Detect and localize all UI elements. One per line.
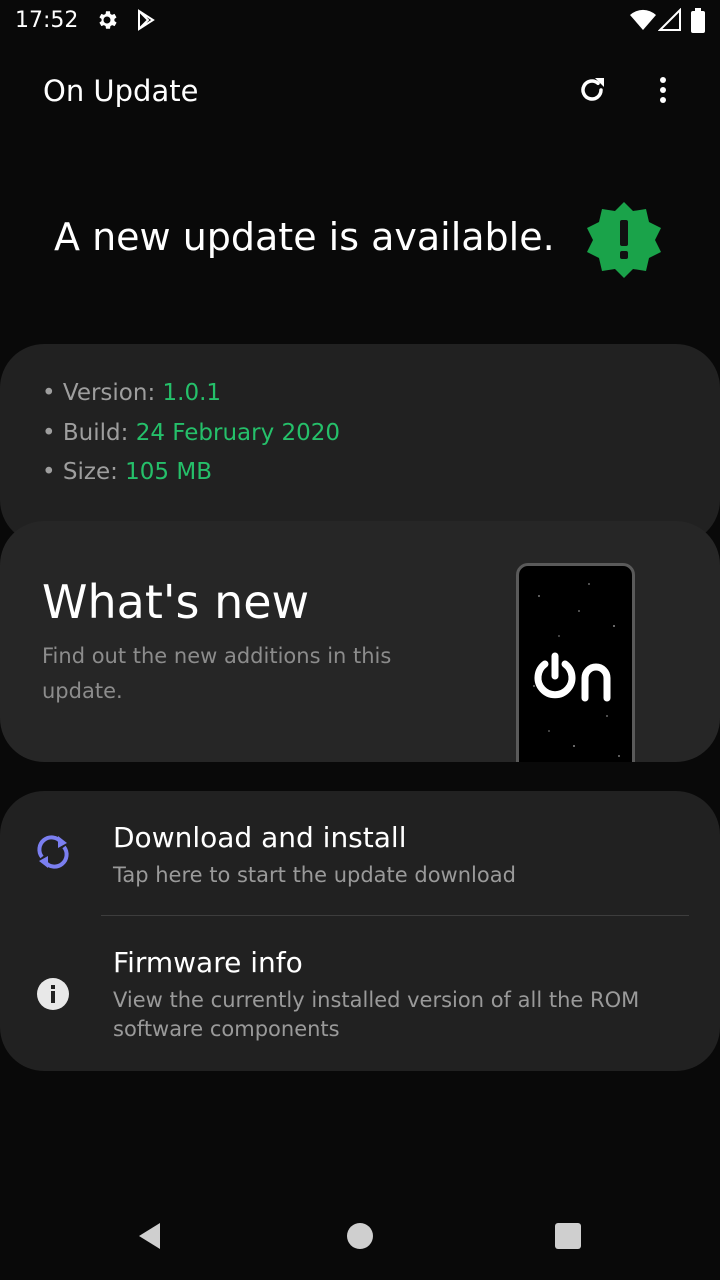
version-label: • Version: [42,380,163,406]
version-value: 1.0.1 [162,380,222,406]
update-available-message: A new update is available. [54,215,555,259]
home-button[interactable] [338,1216,382,1260]
home-icon [346,1222,374,1255]
back-button[interactable] [128,1216,172,1260]
firmware-info-title: Firmware info [113,946,303,979]
gear-icon [95,8,119,37]
signal-icon [657,7,682,37]
build-value: 24 February 2020 [135,420,341,446]
recents-icon [554,1222,582,1255]
back-icon [136,1221,164,1256]
navigation-bar [0,1196,720,1280]
build-line: • Build: 24 February 2020 [42,420,340,446]
sync-icon [34,833,72,876]
more-vert-icon [659,76,667,109]
refresh-button[interactable] [570,70,614,114]
firmware-info-subtitle: View the currently installed version of … [113,988,640,1041]
status-bar: 17:52 [0,0,720,44]
battery-icon [690,8,706,39]
actions-card: Download and install Tap here to start t… [0,791,720,1071]
status-time: 17:52 [15,8,79,33]
whats-new-card[interactable]: What's new Find out the new additions in… [0,521,720,762]
play-store-icon [134,8,158,37]
size-line: • Size: 105 MB [42,459,212,485]
on-logo-icon [533,652,617,707]
download-install-row[interactable]: Download and install Tap here to start t… [0,791,720,915]
version-line: • Version: 1.0.1 [42,380,221,406]
wifi-icon [629,8,657,37]
alert-badge-icon [584,200,664,280]
whats-new-description: Find out the new additions in this updat… [42,644,392,703]
download-install-title: Download and install [113,821,407,854]
build-label: • Build: [42,420,136,446]
more-options-button[interactable] [641,70,685,114]
size-label: • Size: [42,459,126,485]
size-value: 105 MB [125,459,212,485]
download-install-subtitle: Tap here to start the update download [113,863,516,887]
refresh-icon [576,74,608,111]
app-bar: On Update [0,60,720,124]
update-info-card: • Version: 1.0.1 • Build: 24 February 20… [0,344,720,544]
info-icon [36,977,70,1016]
phone-illustration [516,563,635,762]
recents-button[interactable] [546,1216,590,1260]
app-title: On Update [43,74,199,108]
firmware-info-row[interactable]: Firmware info View the currently install… [0,916,720,1071]
whats-new-title: What's new [42,575,310,629]
